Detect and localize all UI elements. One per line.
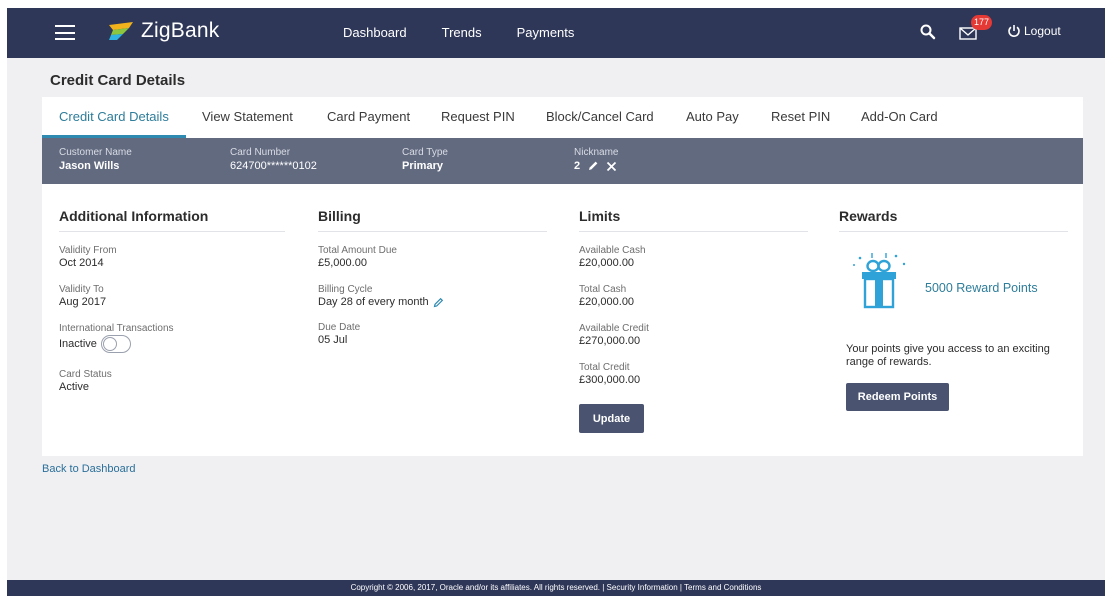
rewards-heading: Rewards [839,208,1068,232]
top-bar: ZigBank Dashboard Trends Payments 177 Lo… [7,8,1105,58]
nickname-label: Nickname [574,147,619,158]
tab-add-on-card[interactable]: Add-On Card [861,109,938,124]
total-credit-value: £300,000.00 [579,374,641,386]
zigbank-logo-icon [109,22,133,40]
pencil-icon[interactable] [587,160,599,172]
available-credit-value: £270,000.00 [579,335,641,347]
available-cash-field: Available Cash £20,000.00 [579,245,808,269]
card-number-label: Card Number [230,147,291,158]
available-cash-label: Available Cash [579,245,646,256]
nickname-row: 2 [574,160,618,172]
reward-points: 5000 Reward Points [925,281,1038,295]
brand-name: ZigBank [141,19,220,42]
tab-bar: Credit Card Details View Statement Card … [42,97,1083,138]
tab-reset-pin[interactable]: Reset PIN [771,109,830,124]
main-nav: Dashboard Trends Payments [343,25,609,40]
tab-request-pin[interactable]: Request PIN [441,109,515,124]
validity-to-value: Aug 2017 [59,296,107,308]
redeem-points-button[interactable]: Redeem Points [846,383,949,411]
update-button[interactable]: Update [579,404,644,433]
gift-icon [853,253,906,309]
nickname-cell: Nickname 2 [574,147,618,172]
brand-logo[interactable]: ZigBank [107,19,219,43]
limits-section: Limits Available Cash £20,000.00 Total C… [579,208,808,433]
card-type-label: Card Type [402,147,448,158]
details-panel: Additional Information Validity From Oct… [42,184,1083,456]
footer: Copyright © 2006, 2017, Oracle and/or it… [7,580,1105,596]
logout-button[interactable]: Logout [1007,24,1061,38]
tab-credit-card-details[interactable]: Credit Card Details [59,109,169,124]
total-amount-due-value: £5,000.00 [318,257,367,269]
total-amount-due-field: Total Amount Due £5,000.00 [318,245,547,269]
international-transactions-row: Inactive [59,335,285,353]
mail-count-badge: 177 [971,15,993,30]
total-amount-due-label: Total Amount Due [318,245,397,256]
app-frame: ZigBank Dashboard Trends Payments 177 Lo… [7,8,1105,596]
pencil-icon[interactable] [433,297,444,308]
customer-name-cell: Customer Name Jason Wills [59,147,132,172]
power-icon [1008,25,1020,37]
total-cash-label: Total Cash [579,284,627,295]
available-credit-field: Available Credit £270,000.00 [579,323,808,347]
customer-name-value: Jason Wills [59,160,120,172]
nickname-value: 2 [574,160,581,172]
nav-payments[interactable]: Payments [517,25,575,40]
tab-block-cancel-card[interactable]: Block/Cancel Card [546,109,654,124]
menu-icon[interactable] [55,25,75,40]
validity-to-field: Validity To Aug 2017 [59,284,285,308]
toggle-knob [102,337,117,351]
billing-cycle-field: Billing Cycle Day 28 of every month [318,284,547,308]
logout-label: Logout [1024,24,1061,38]
card-type-cell: Card Type Primary [402,147,448,172]
rewards-section: Rewards [839,208,1068,232]
validity-from-value: Oct 2014 [59,257,104,269]
validity-from-field: Validity From Oct 2014 [59,245,285,269]
back-to-dashboard-link[interactable]: Back to Dashboard [42,463,136,475]
validity-from-label: Validity From [59,245,117,256]
page-title: Credit Card Details [50,72,186,89]
international-transactions-toggle[interactable] [100,335,131,353]
card-number-cell: Card Number 624700******0102 [230,147,317,172]
available-cash-value: £20,000.00 [579,257,635,269]
due-date-field: Due Date 05 Jul [318,322,547,346]
card-type-value: Primary [402,160,443,172]
card-status-field: Card Status Active [59,369,285,393]
international-transactions-label: International Transactions [59,323,174,334]
tab-auto-pay[interactable]: Auto Pay [686,109,739,124]
tab-card-payment[interactable]: Card Payment [327,109,410,124]
rewards-description: Your points give you access to an exciti… [846,343,1050,368]
tab-view-statement[interactable]: View Statement [202,109,293,124]
billing-cycle-row: Day 28 of every month [318,296,547,308]
billing-cycle-value: Day 28 of every month [318,296,429,308]
footer-text[interactable]: Copyright © 2006, 2017, Oracle and/or it… [351,583,762,592]
validity-to-label: Validity To [59,284,104,295]
nav-dashboard[interactable]: Dashboard [343,25,407,40]
total-cash-value: £20,000.00 [579,296,635,308]
billing-cycle-label: Billing Cycle [318,284,373,295]
search-icon[interactable] [919,23,937,41]
billing-section: Billing Total Amount Due £5,000.00 Billi… [318,208,547,346]
customer-name-label: Customer Name [59,147,132,158]
billing-heading: Billing [318,208,547,232]
close-icon[interactable] [606,161,617,172]
due-date-value: 05 Jul [318,334,348,346]
total-credit-label: Total Credit [579,362,630,373]
nav-trends[interactable]: Trends [442,25,482,40]
total-cash-field: Total Cash £20,000.00 [579,284,808,308]
due-date-label: Due Date [318,322,361,333]
card-number-value: 624700******0102 [230,160,317,172]
international-transactions-status: Inactive [59,338,97,350]
international-transactions-field: International Transactions Inactive [59,323,285,353]
additional-information-heading: Additional Information [59,208,285,232]
card-status-value: Active [59,381,89,393]
card-status-label: Card Status [59,369,112,380]
available-credit-label: Available Credit [579,323,649,334]
card-summary-bar: Customer Name Jason Wills Card Number 62… [42,138,1083,184]
limits-heading: Limits [579,208,808,232]
additional-information-section: Additional Information Validity From Oct… [59,208,285,393]
total-credit-field: Total Credit £300,000.00 [579,362,808,386]
